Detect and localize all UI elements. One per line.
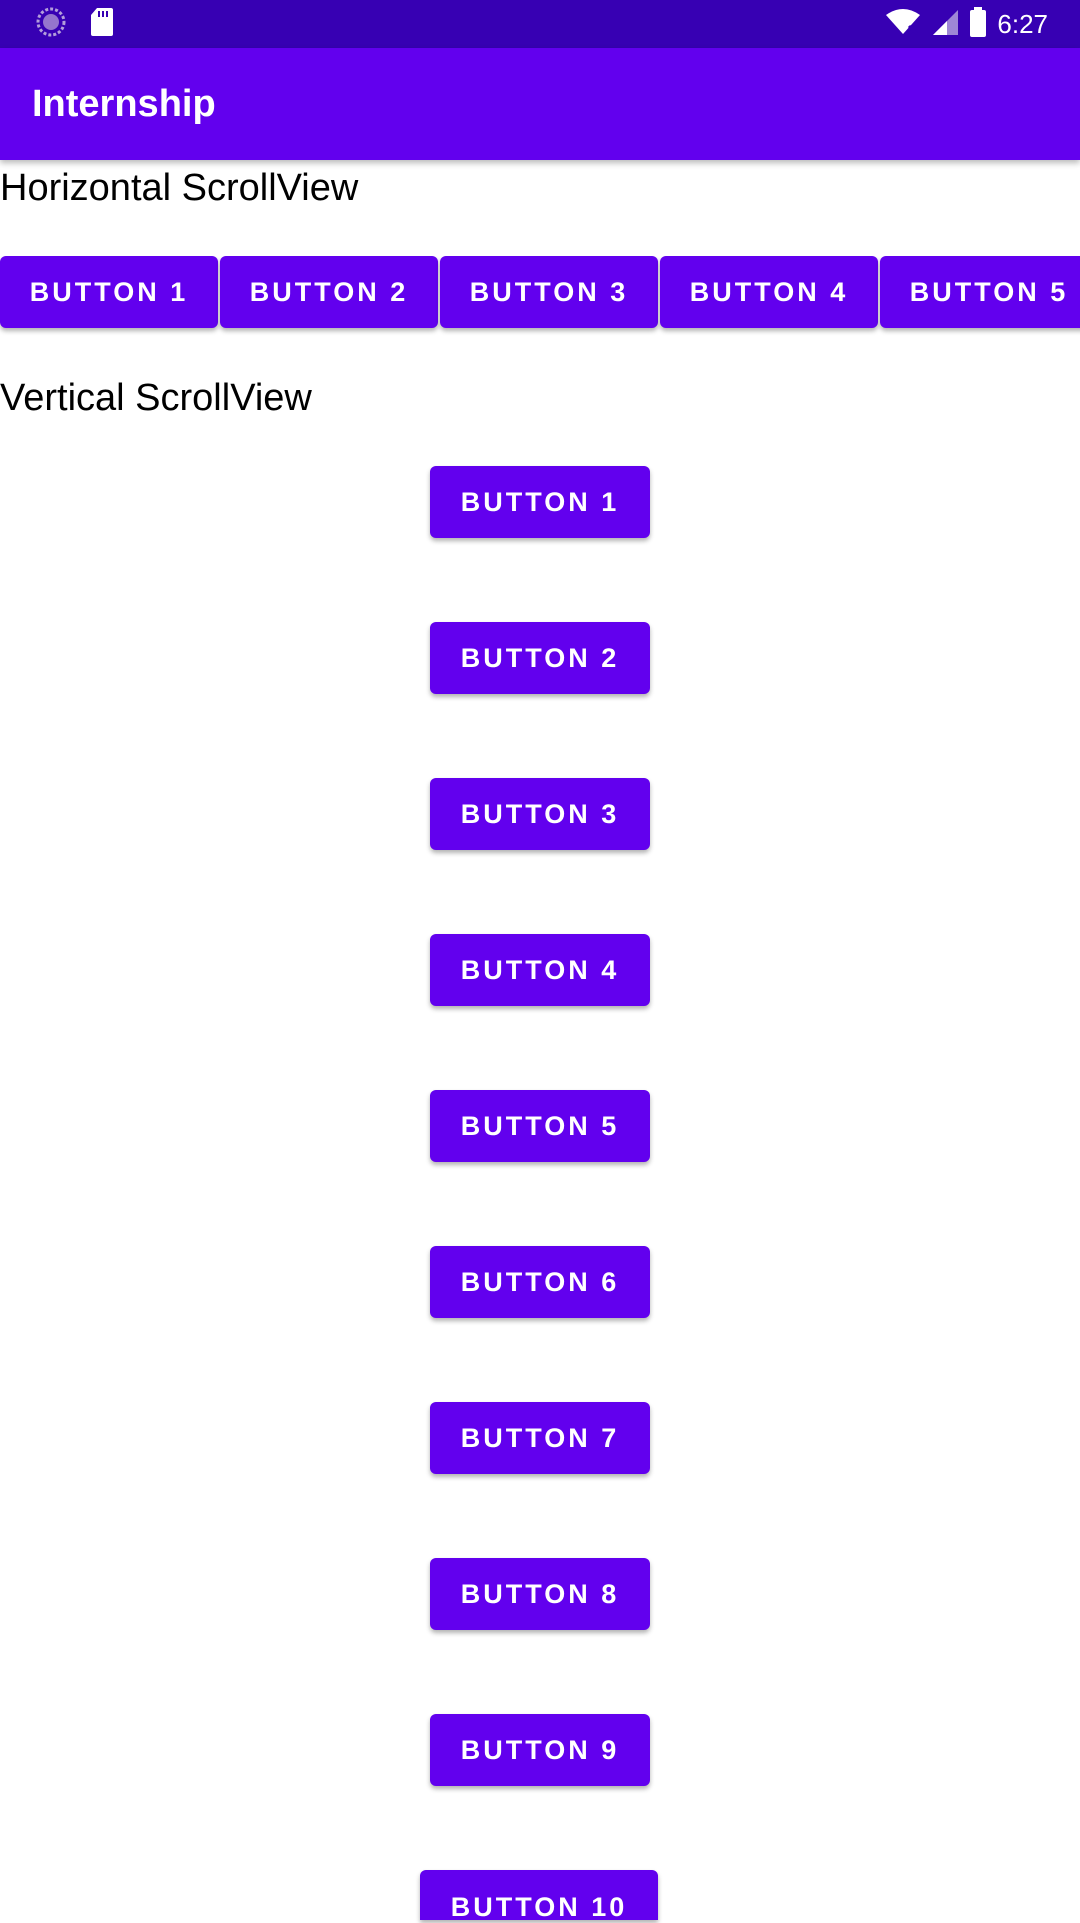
horizontal-scrollview[interactable]: BUTTON 1 BUTTON 2 BUTTON 3 BUTTON 4 BUTT… xyxy=(0,256,1080,336)
vertical-button-8[interactable]: BUTTON 8 xyxy=(430,1558,650,1630)
loading-icon xyxy=(36,7,66,42)
vertical-button-5[interactable]: BUTTON 5 xyxy=(430,1090,650,1162)
vertical-scrollview-heading: Vertical ScrollView xyxy=(0,377,312,419)
app-title: Internship xyxy=(32,83,216,125)
vertical-button-7[interactable]: BUTTON 7 xyxy=(430,1402,650,1474)
vertical-button-4[interactable]: BUTTON 4 xyxy=(430,934,650,1006)
horizontal-button-3[interactable]: BUTTON 3 xyxy=(440,256,658,328)
horizontal-button-4[interactable]: BUTTON 4 xyxy=(660,256,878,328)
sd-card-icon xyxy=(90,7,114,42)
horizontal-button-2[interactable]: BUTTON 2 xyxy=(220,256,438,328)
battery-icon xyxy=(969,6,987,42)
vertical-button-6[interactable]: BUTTON 6 xyxy=(430,1246,650,1318)
app-bar: Internship xyxy=(0,48,1080,160)
vertical-button-9[interactable]: BUTTON 9 xyxy=(430,1714,650,1786)
status-time: 6:27 xyxy=(997,9,1048,39)
vertical-button-3[interactable]: BUTTON 3 xyxy=(430,778,650,850)
vertical-button-10[interactable]: BUTTON 10 xyxy=(420,1870,658,1922)
horizontal-scrollview-heading: Horizontal ScrollView xyxy=(0,167,359,209)
horizontal-button-5[interactable]: BUTTON 5 xyxy=(880,256,1080,328)
status-bar: 6:27 xyxy=(0,0,1080,48)
horizontal-button-1[interactable]: BUTTON 1 xyxy=(0,256,218,328)
status-bar-right: 6:27 xyxy=(885,6,1048,42)
wifi-icon xyxy=(885,8,921,41)
signal-icon xyxy=(931,8,959,41)
vertical-button-2[interactable]: BUTTON 2 xyxy=(430,622,650,694)
vertical-button-1[interactable]: BUTTON 1 xyxy=(430,466,650,538)
status-bar-left xyxy=(36,7,114,42)
